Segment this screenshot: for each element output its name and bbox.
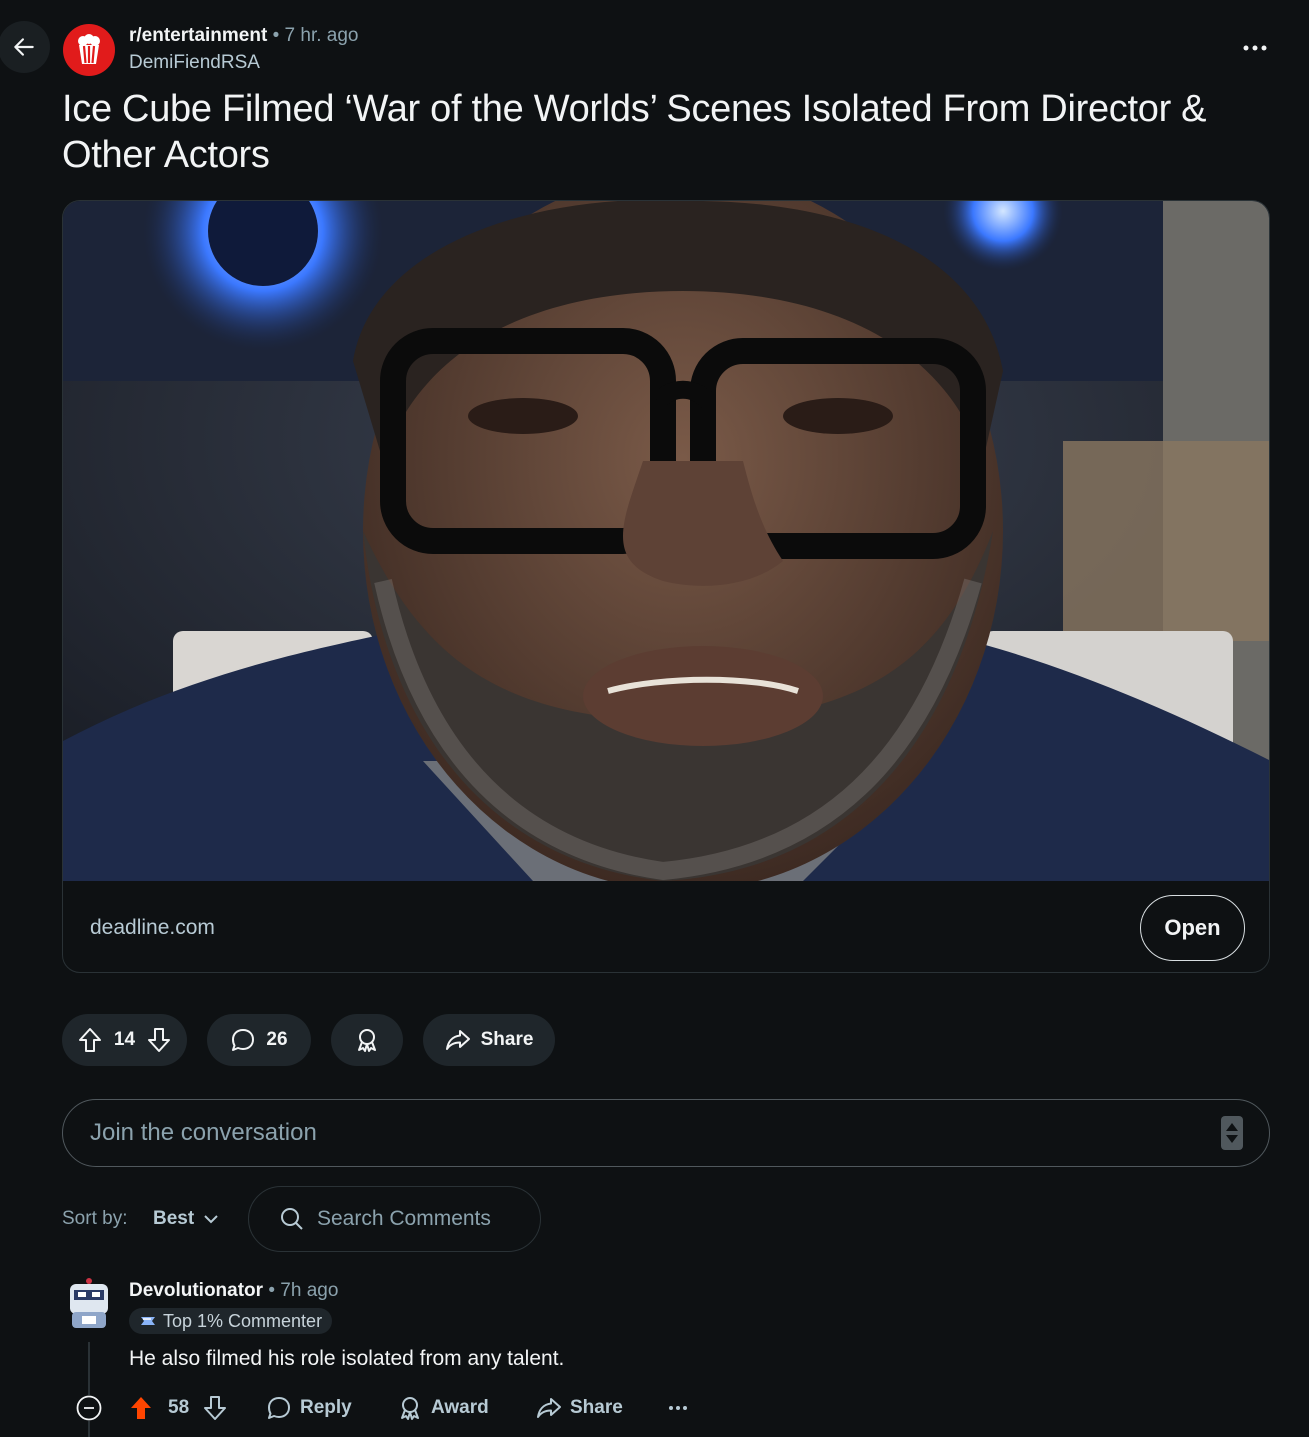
more-options-button[interactable] bbox=[1236, 32, 1274, 64]
sort-value: Best bbox=[153, 1208, 195, 1229]
post-time: 7 hr. ago bbox=[284, 25, 359, 46]
ellipsis-icon bbox=[1243, 45, 1267, 51]
collapse-thread-button[interactable] bbox=[76, 1395, 102, 1421]
comment-meta-separator: • bbox=[268, 1280, 275, 1301]
popcorn-icon bbox=[78, 34, 100, 64]
share-arrow-icon bbox=[445, 1030, 470, 1050]
award-label: Award bbox=[431, 1397, 489, 1418]
commenter-avatar[interactable] bbox=[64, 1276, 114, 1332]
share-button[interactable]: Share bbox=[423, 1014, 555, 1066]
award-icon bbox=[401, 1397, 419, 1420]
collapse-minus-icon bbox=[76, 1395, 102, 1421]
user-flair: Top 1% Commenter bbox=[129, 1308, 333, 1334]
award-icon bbox=[358, 1029, 376, 1052]
comment-vote-control: 58 bbox=[128, 1390, 227, 1426]
vote-control: 14 bbox=[62, 1014, 187, 1066]
ellipsis-icon bbox=[669, 1406, 687, 1410]
flair-text: Top 1% Commenter bbox=[163, 1310, 323, 1331]
comment-bubble-icon bbox=[268, 1397, 290, 1419]
arrow-left-icon bbox=[14, 38, 34, 56]
post-meta: r/entertainment • 7 hr. ago bbox=[129, 25, 358, 47]
caret-up-icon bbox=[1226, 1123, 1238, 1131]
comment-bubble-icon bbox=[232, 1029, 255, 1051]
open-link-button[interactable]: Open bbox=[1140, 895, 1245, 961]
meta-separator: • bbox=[272, 25, 280, 46]
upvote-filled-icon[interactable] bbox=[128, 1395, 154, 1421]
comment-more-button[interactable] bbox=[668, 1390, 688, 1426]
search-icon bbox=[281, 1208, 303, 1230]
vote-count: 14 bbox=[113, 1029, 136, 1050]
comment-count: 26 bbox=[266, 1029, 288, 1050]
search-comments-placeholder: Search Comments bbox=[317, 1207, 491, 1230]
upvote-icon[interactable] bbox=[78, 1027, 102, 1053]
comment-author[interactable]: Devolutionator bbox=[129, 1280, 263, 1301]
composer-stepper[interactable] bbox=[1221, 1116, 1243, 1150]
subreddit-avatar[interactable] bbox=[63, 24, 115, 76]
sort-dropdown[interactable]: Best bbox=[153, 1208, 218, 1230]
link-thumbnail[interactable] bbox=[63, 201, 1269, 881]
reply-button[interactable]: Reply bbox=[266, 1390, 352, 1426]
comment-time: 7h ago bbox=[280, 1280, 339, 1301]
top-commenter-icon bbox=[141, 1317, 155, 1325]
snoo-avatar-icon bbox=[70, 1278, 108, 1328]
chevron-down-icon bbox=[204, 1215, 218, 1224]
comment-award-button[interactable]: Award bbox=[397, 1390, 489, 1426]
comment-composer[interactable]: Join the conversation bbox=[62, 1099, 1270, 1167]
search-comments-input[interactable]: Search Comments bbox=[248, 1186, 541, 1252]
downvote-icon[interactable] bbox=[147, 1027, 171, 1053]
downvote-icon[interactable] bbox=[203, 1395, 227, 1421]
comment-vote-count: 58 bbox=[168, 1397, 190, 1418]
thread-line[interactable] bbox=[88, 1342, 90, 1437]
back-button[interactable] bbox=[0, 21, 50, 73]
comment-meta: Devolutionator • 7h ago bbox=[129, 1280, 338, 1302]
comment-share-button[interactable]: Share bbox=[536, 1390, 623, 1426]
subreddit-name[interactable]: r/entertainment bbox=[129, 25, 267, 46]
link-preview-card[interactable]: deadline.com Open bbox=[62, 200, 1270, 973]
award-button[interactable] bbox=[331, 1014, 403, 1066]
share-label: Share bbox=[480, 1029, 534, 1050]
comment-share-label: Share bbox=[570, 1397, 623, 1418]
link-domain: deadline.com bbox=[90, 916, 215, 939]
composer-placeholder: Join the conversation bbox=[90, 1119, 317, 1146]
sort-label: Sort by: bbox=[62, 1208, 128, 1229]
share-arrow-icon bbox=[537, 1398, 561, 1418]
caret-down-icon bbox=[1226, 1135, 1238, 1143]
reply-label: Reply bbox=[300, 1397, 352, 1418]
comments-button[interactable]: 26 bbox=[207, 1014, 311, 1066]
post-title: Ice Cube Filmed ‘War of the Worlds’ Scen… bbox=[62, 88, 1207, 176]
post-author[interactable]: DemiFiendRSA bbox=[129, 52, 260, 74]
comment-body: He also filmed his role isolated from an… bbox=[129, 1347, 565, 1370]
thumbnail-image bbox=[63, 201, 1269, 881]
